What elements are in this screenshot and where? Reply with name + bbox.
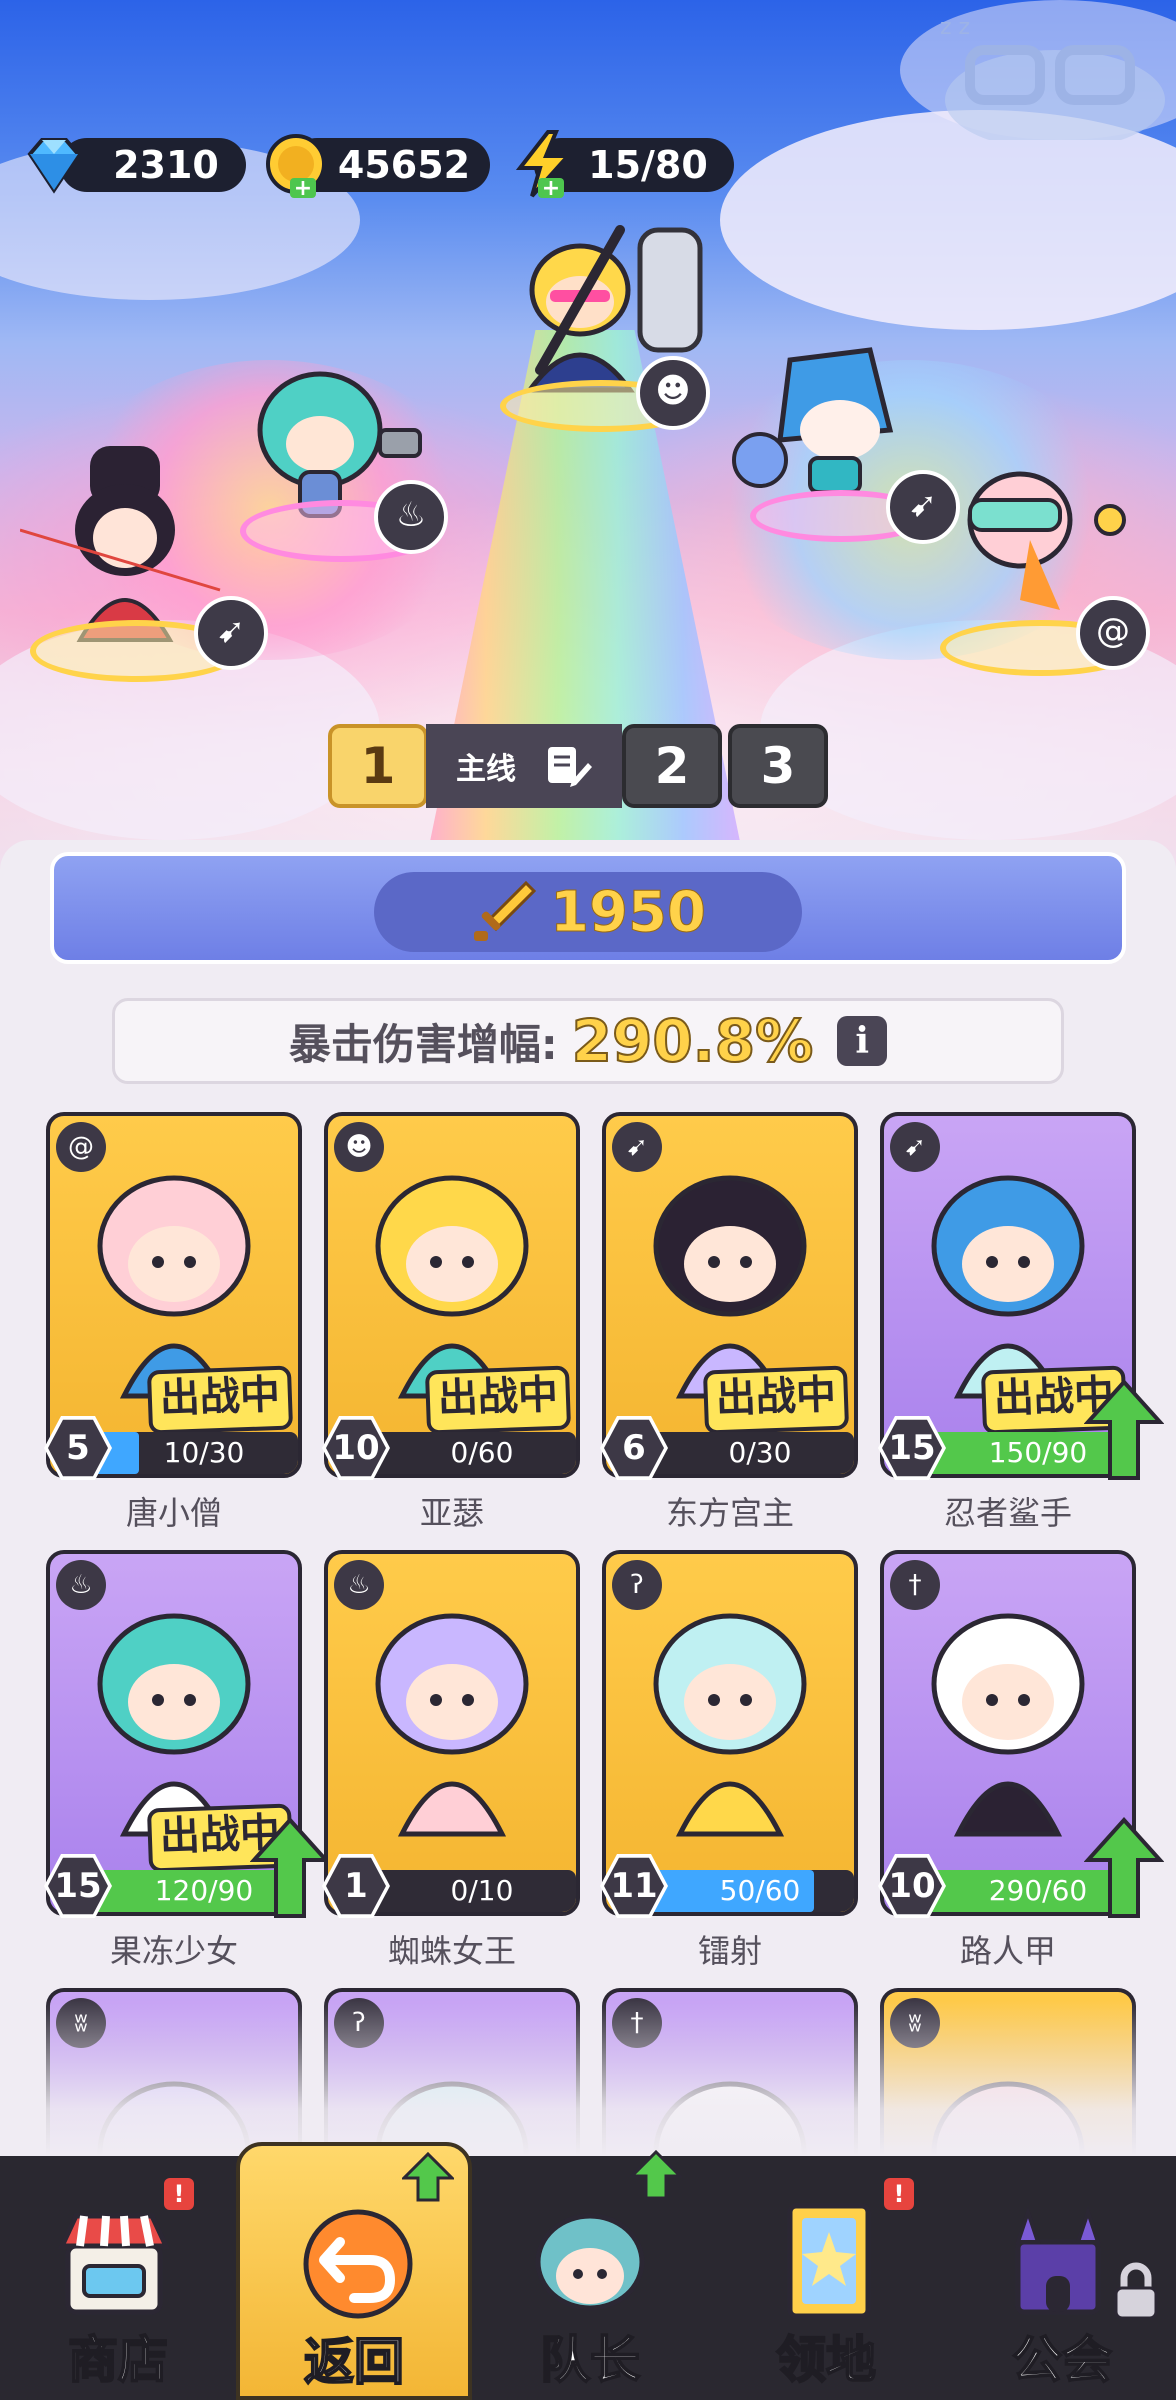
scroll-fade [0, 2000, 1176, 2156]
bottom-nav: ! 商店 返回 队长 ! 领地 公会 [0, 2142, 1176, 2400]
level-value: 6 [604, 1419, 664, 1477]
level-value: 5 [48, 1419, 108, 1477]
diamond-icon [27, 138, 81, 194]
gold-coin-icon[interactable]: + [260, 128, 332, 200]
upgrade-arrow-icon [1084, 1379, 1164, 1480]
level-value: 1 [326, 1857, 386, 1915]
territory-door-icon [787, 2203, 871, 2319]
svg-text:z z: z z [940, 15, 970, 40]
hero-card[interactable]: ʔ 50/60 11 镭射 [600, 1550, 858, 1970]
hero-card[interactable]: † 290/60 10 路人甲 [878, 1550, 1164, 1970]
power-value: 1950 [550, 879, 707, 945]
hero-name: 忍者鲨手 [943, 1494, 1072, 1532]
crit-damage-bonus: 暴击伤害增幅: 290.8% i [112, 998, 1064, 1084]
mode-label: 主线 [456, 752, 516, 787]
level-value: 11 [604, 1857, 664, 1915]
svg-text:+: + [542, 176, 560, 200]
hero-portrait [931, 1613, 1085, 1837]
shop-icon [58, 2213, 170, 2315]
crit-label: 暴击伤害增幅: [288, 1019, 558, 1069]
team-power: 1950 [374, 872, 802, 952]
progress-text: 10/30 [163, 1436, 245, 1469]
bow-icon: ➹ [890, 1122, 940, 1172]
progress-text: 0/30 [728, 1436, 792, 1469]
nav-territory[interactable]: ! 领地 [708, 2156, 944, 2400]
spiral-icon: @ [1076, 596, 1150, 670]
mode-label-main-story[interactable]: 主线 [426, 724, 622, 808]
hero-name: 镭射 [697, 1932, 762, 1970]
team-tab-3[interactable]: 3 [728, 724, 828, 808]
lightning-icon[interactable]: + [508, 128, 580, 200]
game-screen: z z 2310 45652 + 15/80 + ☻ ♨ ➹ ➹ @ 1 主线 … [0, 0, 1176, 2400]
hero-card[interactable]: ➹ 出战中 150/90 15 忍者鲨手 [878, 1112, 1164, 1532]
hero-portrait [375, 1613, 529, 1837]
hero-name: 蜘蛛女王 [387, 1932, 516, 1970]
progress-text: 0/10 [450, 1874, 514, 1907]
deployed-badge: 出战中 [702, 1365, 850, 1435]
potion-icon: ♨ [56, 1560, 106, 1610]
upgrade-arrow-icon [402, 2152, 454, 2202]
nav-guild-label: 公会 [1011, 2330, 1113, 2390]
crit-value: 290.8% [571, 1006, 815, 1076]
lock-icon [1114, 2262, 1158, 2320]
progress-text: 50/60 [719, 1874, 801, 1907]
bow-icon: ➹ [612, 1122, 662, 1172]
hero-card[interactable]: ♨ 0/10 1 蜘蛛女王 [322, 1550, 580, 1970]
bow-icon: ➹ [194, 596, 268, 670]
team-tab-2[interactable]: 2 [622, 724, 722, 808]
nav-captain-label: 队长 [539, 2330, 641, 2390]
hero-name: 路人甲 [959, 1932, 1056, 1970]
captain-avatar-icon [535, 2213, 645, 2311]
sword-icon [474, 880, 537, 941]
progress-text: 0/60 [450, 1436, 514, 1469]
hero-portrait [653, 1613, 807, 1837]
deployed-badge: 出战中 [146, 1365, 294, 1435]
deployed-badge: 出战中 [424, 1365, 572, 1435]
team-tab-1[interactable]: 1 [328, 724, 428, 808]
hero-card[interactable]: ♨ 出战中 120/90 15 果冻少女 [44, 1550, 330, 1970]
hero-name: 唐小僧 [125, 1494, 222, 1532]
nav-guild[interactable]: 公会 [944, 2156, 1176, 2400]
hero-card[interactable]: ☻ 出战中 0/60 10 亚瑟 [322, 1112, 580, 1532]
level-value: 15 [48, 1857, 108, 1915]
nav-back[interactable]: 返回 [236, 2142, 472, 2400]
spiral-icon: @ [56, 1122, 106, 1172]
nav-captain[interactable]: 队长 [472, 2150, 708, 2400]
hook-icon: ʔ [612, 1560, 662, 1610]
shop-alert-badge: ! [164, 2178, 194, 2210]
guild-castle-icon [1015, 2205, 1101, 2315]
upgrade-arrow-icon [250, 1817, 330, 1918]
nav-shop[interactable]: ! 商店 [0, 2156, 236, 2400]
hero-name: 东方宫主 [665, 1494, 794, 1532]
sleeping-mascot-icon: z z [940, 15, 1165, 140]
nav-shop-label: 商店 [67, 2330, 169, 2390]
return-icon [303, 2209, 413, 2319]
hero-card[interactable]: ➹ 出战中 0/30 6 东方宫主 [600, 1112, 858, 1532]
hero-name: 果冻少女 [109, 1932, 238, 1970]
team-selector: 1 主线 2 3 [328, 724, 834, 814]
hero-name: 亚瑟 [419, 1494, 484, 1532]
cat-mask-icon: ☻ [334, 1122, 384, 1172]
svg-text:+: + [294, 176, 312, 200]
nav-back-label: 返回 [303, 2332, 405, 2392]
territory-alert-badge: ! [884, 2178, 914, 2210]
potion-icon: ♨ [334, 1560, 384, 1610]
level-value: 15 [882, 1419, 942, 1477]
nav-territory-label: 领地 [775, 2330, 877, 2390]
edit-icon[interactable] [542, 741, 592, 791]
info-icon[interactable]: i [837, 1016, 888, 1066]
upgrade-arrow-icon [1084, 1817, 1164, 1918]
cat-mask-icon: ☻ [636, 356, 710, 430]
level-value: 10 [882, 1857, 942, 1915]
upgrade-arrow-icon [630, 2150, 682, 2200]
hero-card[interactable]: @ 出战中 10/30 5 唐小僧 [44, 1112, 302, 1532]
sword-icon: † [890, 1560, 940, 1610]
level-value: 10 [326, 1419, 386, 1477]
potion-icon: ♨ [374, 480, 448, 554]
